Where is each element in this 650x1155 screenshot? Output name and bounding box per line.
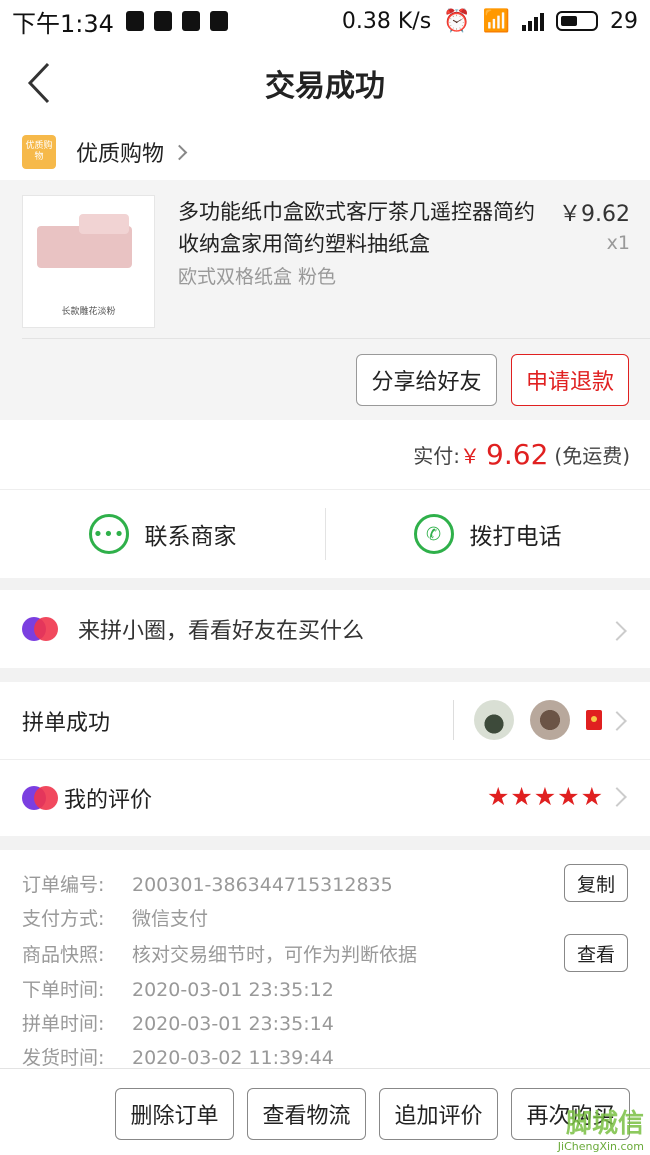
alarm-icon: ⏰: [443, 8, 471, 34]
notification-icons: [125, 11, 228, 31]
payment-summary: 实付: ￥ 9.62 (免运费): [0, 420, 650, 490]
payment-amount: 9.62: [486, 438, 549, 471]
wifi-icon: 📶: [482, 8, 510, 34]
call-button[interactable]: ✆ 拨打电话: [325, 490, 650, 578]
taobao-icon: [209, 11, 228, 31]
divider: [22, 338, 650, 339]
watermark: 脚城信 JiChengXin.com: [558, 1103, 644, 1153]
my-review-label: 我的评价: [64, 788, 153, 813]
payment-label: 实付:: [413, 444, 461, 468]
friends-circle-row[interactable]: 来拼小圈，看看好友在买什么: [0, 590, 650, 668]
ship-time: 2020-03-02 11:39:44: [132, 1047, 334, 1069]
back-icon[interactable]: [20, 58, 64, 108]
status-right: 0.38 K/s ⏰ 📶 29: [342, 9, 638, 34]
add-review-button[interactable]: 追加评价: [379, 1088, 498, 1140]
call-label: 拨打电话: [469, 524, 562, 550]
order-time-label: 下单时间:: [22, 979, 105, 1001]
group-time-line: 拼单时间: 2020-03-01 23:35:14: [22, 1009, 334, 1036]
chevron-right-icon: [171, 144, 188, 160]
net-speed: 0.38 K/s: [341, 8, 432, 34]
phone-icon: ✆: [413, 514, 454, 554]
pinxiaoquan-icon: [22, 786, 58, 810]
shop-logo: 优质购物: [22, 135, 56, 169]
group-success-row[interactable]: 拼单成功: [0, 682, 650, 760]
order-number-label: 订单编号:: [22, 874, 105, 896]
share-button[interactable]: 分享给好友: [356, 354, 497, 406]
order-time-line: 下单时间: 2020-03-01 23:35:12: [22, 975, 334, 1002]
view-logistics-button[interactable]: 查看物流: [247, 1088, 366, 1140]
order-time: 2020-03-01 23:35:12: [132, 979, 334, 1001]
chevron-right-icon: [607, 621, 627, 641]
chat-icon: •••: [88, 514, 129, 554]
product-image-caption: 长款雕花淡粉: [61, 307, 116, 317]
payment-method-label: 支付方式:: [22, 908, 105, 930]
status-time: 下午1:34: [12, 9, 114, 38]
snapshot-text: 核对交易细节时，可作为判断依据: [132, 944, 418, 966]
payment-method: 微信支付: [132, 908, 209, 930]
refund-button[interactable]: 申请退款: [511, 354, 629, 406]
notification-icon: [125, 11, 144, 31]
signal-icon: [522, 11, 544, 31]
group-time-label: 拼单时间:: [22, 1013, 105, 1035]
view-snapshot-button[interactable]: 查看: [563, 934, 628, 972]
nav-bar: 交易成功: [0, 42, 650, 124]
status-bar: 下午1:34 0.38 K/s ⏰ 📶 29: [0, 0, 650, 42]
battery-icon: [556, 11, 598, 31]
friends-circle-text: 来拼小圈，看看好友在买什么: [78, 619, 365, 644]
product-image: 长款雕花淡粉: [22, 195, 155, 328]
ship-time-label: 发货时间:: [22, 1047, 105, 1069]
order-number: 200301-386344715312835: [132, 874, 393, 896]
page-title: 交易成功: [265, 69, 385, 104]
order-info: 订单编号: 200301-386344715312835 复制 支付方式: 微信支付…: [0, 850, 650, 1070]
watermark-title: 脚城信: [565, 1109, 644, 1139]
snapshot-label: 商品快照:: [22, 944, 105, 966]
avatar: [474, 700, 514, 740]
contact-merchant-label: 联系商家: [144, 524, 237, 550]
contact-merchant-button[interactable]: ••• 联系商家: [0, 490, 325, 578]
product-title: 多功能纸巾盒欧式客厅茶几遥控器简约收纳盒家用简约塑料抽纸盒: [178, 200, 535, 256]
watermark-url: JiChengXin.com: [557, 1140, 644, 1153]
payment-currency: ￥: [460, 444, 481, 468]
product-spec: 欧式双格纸盒 粉色: [178, 266, 337, 288]
group-success-label: 拼单成功: [22, 710, 111, 736]
pinxiaoquan-icon: [22, 617, 58, 641]
group-review-block: 拼单成功 我的评价 ★★★★★: [0, 682, 650, 836]
divider: [325, 508, 326, 560]
battery-level: 29: [610, 8, 638, 34]
red-packet-icon: [586, 710, 602, 730]
group-time: 2020-03-01 23:35:14: [132, 1013, 334, 1035]
payment-method-line: 支付方式: 微信支付: [22, 904, 208, 931]
contact-bar: ••• 联系商家 ✆ 拨打电话: [0, 490, 650, 578]
shipping-note: (免运费): [554, 444, 630, 468]
copy-button[interactable]: 复制: [563, 864, 628, 902]
product-price: ￥9.62: [559, 202, 630, 227]
pinduoduo-icon: [153, 11, 172, 31]
rating-stars: ★★★★★: [486, 782, 604, 811]
qq-icon: [181, 11, 200, 31]
divider: [453, 700, 454, 740]
order-number-line: 订单编号: 200301-386344715312835: [22, 870, 393, 897]
avatar: [530, 700, 570, 740]
chevron-right-icon: [607, 787, 627, 807]
shop-name: 优质购物: [76, 142, 165, 167]
chevron-right-icon: [607, 711, 627, 731]
snapshot-line: 商品快照: 核对交易细节时，可作为判断依据: [22, 940, 417, 967]
product-image-lid: [79, 214, 129, 234]
ship-time-line: 发货时间: 2020-03-02 11:39:44: [22, 1043, 334, 1070]
bottom-action-bar: 删除订单 查看物流 追加评价 再次购买 脚城信 JiChengXin.com: [0, 1068, 650, 1155]
shop-row[interactable]: 优质购物 优质购物: [0, 124, 650, 180]
product-card[interactable]: 长款雕花淡粉 多功能纸巾盒欧式客厅茶几遥控器简约收纳盒家用简约塑料抽纸盒 欧式双…: [0, 180, 650, 420]
product-quantity: x1: [606, 232, 630, 254]
delete-order-button[interactable]: 删除订单: [115, 1088, 234, 1140]
my-review-row[interactable]: 我的评价 ★★★★★: [0, 760, 650, 836]
